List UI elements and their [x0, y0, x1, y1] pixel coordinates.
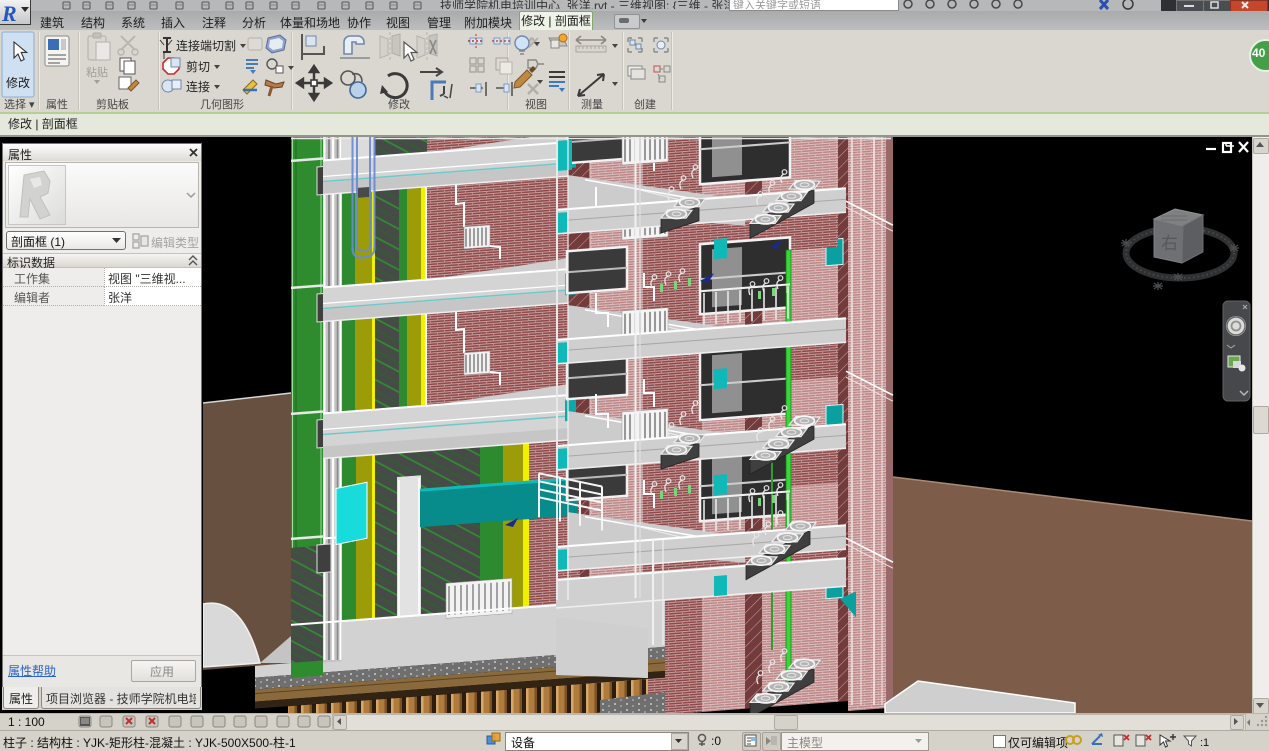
svg-text::0: :0	[711, 734, 721, 748]
svg-text:R: R	[1, 1, 17, 25]
svg-text:右: 右	[1161, 234, 1178, 253]
svg-text::1: :1	[1200, 737, 1209, 749]
